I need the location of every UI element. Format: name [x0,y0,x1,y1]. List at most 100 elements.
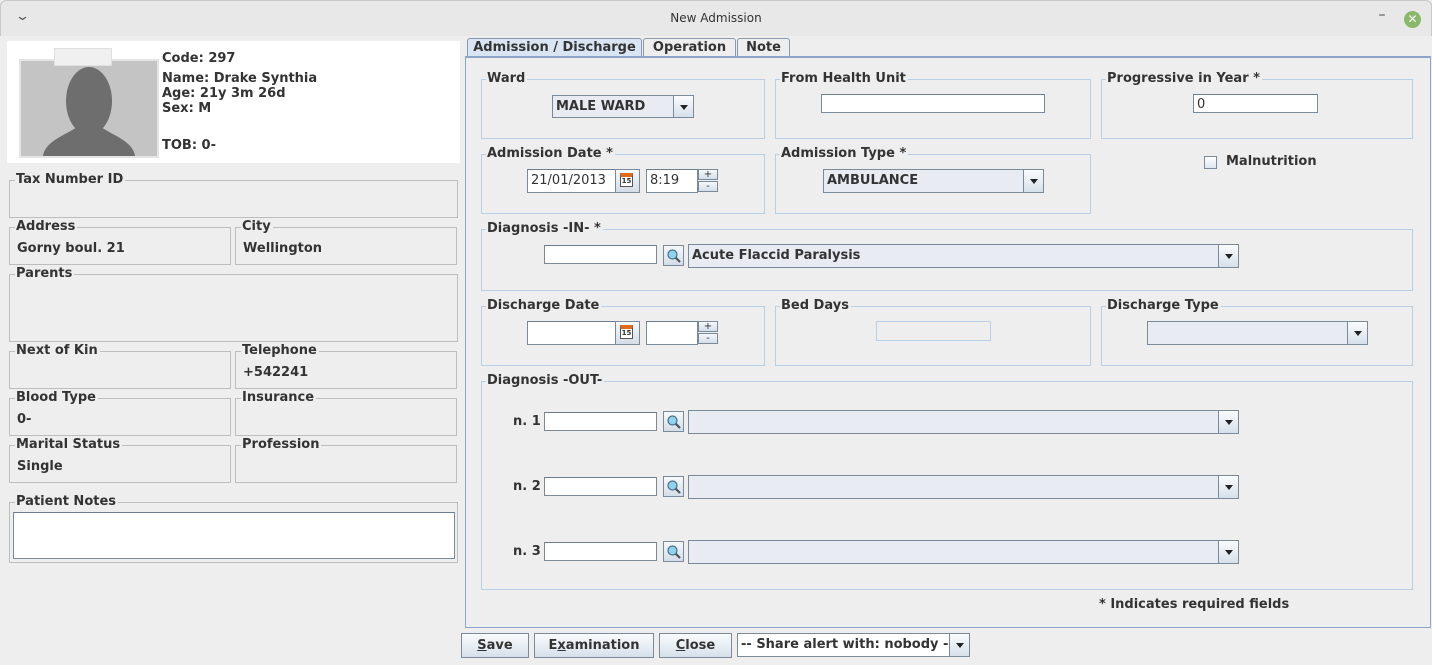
diagnosis-out-1-search-button[interactable] [663,411,684,432]
search-icon [667,249,681,263]
blood-type-value: 0- [17,412,32,427]
discharge-time-input[interactable] [646,321,698,345]
patient-tob: TOB: 0- [162,138,216,153]
spinner-up-button[interactable]: + [698,169,718,180]
admission-date-box: Admission Date * 21/01/2013 15 8:19 + - [481,146,765,214]
share-alert-selected-value: -- Share alert with: nobody -- [741,637,954,652]
address-label: Address [15,219,78,235]
patient-notes-textarea[interactable] [13,512,455,559]
admission-date-input[interactable]: 21/01/2013 [527,169,616,193]
search-icon [667,415,681,429]
search-icon [667,480,681,494]
tab-operation[interactable]: Operation [643,38,736,57]
patient-name: Name: Drake Synthia [162,71,318,86]
admission-date-label: Admission Date * [486,146,615,162]
diagnosis-in-selected-value: Acute Flaccid Paralysis [692,248,861,263]
discharge-date-input[interactable] [527,321,616,345]
from-health-unit-box: From Health Unit [775,71,1091,139]
discharge-type-combo[interactable] [1147,321,1368,345]
diagnosis-in-code-input[interactable] [544,245,657,264]
close-mnemonic: C [675,638,686,653]
save-label-rest: ave [486,638,513,653]
discharge-calendar-button[interactable]: 15 [615,321,640,345]
progressive-in-year-input[interactable]: 0 [1193,94,1318,113]
diagnosis-out-box: Diagnosis -OUT- n. 1 n. 2 n. 3 [481,373,1413,590]
minimize-button[interactable]: – [1374,7,1390,27]
diagnosis-out-2-search-button[interactable] [663,476,684,497]
diagnosis-in-label: Diagnosis -IN- * [486,221,603,237]
spinner-up-button[interactable]: + [698,321,718,332]
marital-status-box: Marital Status Single [9,437,231,483]
patient-age: Age: 21y 3m 26d [162,86,286,101]
diagnosis-out-1-combo[interactable] [688,410,1239,434]
insurance-box: Insurance [235,390,457,436]
spinner-down-button[interactable]: - [698,181,718,192]
malnutrition-checkbox[interactable] [1204,156,1217,169]
close-window-button[interactable]: ✕ [1404,11,1421,28]
malnutrition-label: Malnutrition [1226,154,1317,169]
admission-type-label: Admission Type * [780,146,909,162]
ward-label: Ward [486,71,528,87]
bed-days-box: Bed Days [775,298,1091,366]
calendar-icon: 15 [620,325,633,339]
save-button[interactable]: Save [461,633,529,658]
diagnosis-in-search-button[interactable] [663,245,684,266]
admission-calendar-button[interactable]: 15 [615,169,640,193]
from-health-unit-label: From Health Unit [780,71,908,87]
progressive-in-year-label: Progressive in Year * [1106,71,1262,87]
patient-code: Code: 297 [162,51,236,66]
patient-card: Code: 297 Name: Drake Synthia Age: 21y 3… [7,41,460,163]
parents-label: Parents [15,266,75,282]
ward-selected-value: MALE WARD [556,99,646,114]
diagnosis-out-1-code-input[interactable] [544,412,657,431]
required-fields-note: * Indicates required fields [1099,597,1290,612]
chevron-down-icon[interactable] [1218,245,1238,267]
admission-type-combo[interactable]: AMBULANCE [823,169,1044,193]
title-bar: ⌄ New Admission – ✕ [0,0,1432,36]
chevron-down-icon[interactable] [1023,170,1043,192]
tab-admission-discharge[interactable]: Admission / Discharge [467,38,642,57]
diagnosis-out-2-combo[interactable] [688,475,1239,499]
chevron-down-icon[interactable] [1218,476,1238,498]
discharge-type-box: Discharge Type [1101,298,1413,366]
diagnosis-out-1-label: n. 1 [513,414,541,429]
address-value: Gorny boul. 21 [17,241,125,256]
search-icon [667,545,681,559]
diagnosis-out-3-search-button[interactable] [663,541,684,562]
save-mnemonic: S [477,638,487,653]
bed-days-field [876,321,991,341]
admission-time-input[interactable]: 8:19 [646,169,698,193]
calendar-icon: 15 [620,173,633,187]
marital-status-label: Marital Status [15,437,123,453]
diagnosis-out-3-label: n. 3 [513,544,541,559]
chevron-down-icon[interactable] [1218,541,1238,563]
from-health-unit-input[interactable] [821,94,1045,113]
chevron-down-icon[interactable] [1218,411,1238,433]
chevron-down-icon[interactable] [1347,322,1367,344]
examination-label-rest: amination [565,638,640,653]
avatar-silhouette-icon [43,67,135,156]
examination-button[interactable]: Examination [534,633,654,658]
profession-label: Profession [241,437,322,453]
diagnosis-out-3-combo[interactable] [688,540,1239,564]
diagnosis-in-combo[interactable]: Acute Flaccid Paralysis [688,244,1239,268]
share-alert-combo[interactable]: -- Share alert with: nobody -- [737,633,970,657]
tax-number-box: Tax Number ID [9,172,458,218]
tax-number-label: Tax Number ID [15,172,126,188]
admission-type-box: Admission Type * AMBULANCE [775,146,1091,214]
chevron-down-icon[interactable] [949,634,969,656]
tab-note[interactable]: Note [737,38,790,57]
spinner-down-button[interactable]: - [698,333,718,344]
discharge-type-label: Discharge Type [1106,298,1221,314]
blood-type-label: Blood Type [15,390,98,406]
close-button[interactable]: Close [659,633,732,658]
diagnosis-out-3-code-input[interactable] [544,542,657,561]
telephone-label: Telephone [241,343,319,359]
chevron-down-icon[interactable] [673,96,693,117]
diagnosis-out-2-code-input[interactable] [544,477,657,496]
admission-type-selected-value: AMBULANCE [827,173,919,188]
city-label: City [241,219,273,235]
ward-combo[interactable]: MALE WARD [552,95,694,118]
photo-tab-decoration [54,48,112,66]
telephone-box: Telephone +542241 [235,343,457,389]
